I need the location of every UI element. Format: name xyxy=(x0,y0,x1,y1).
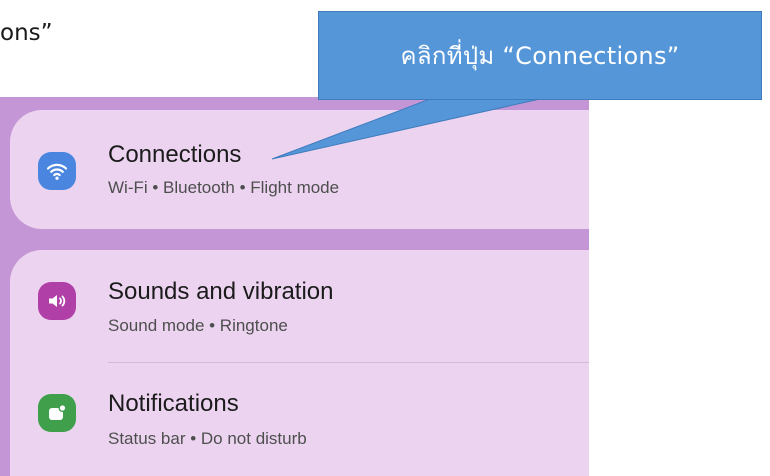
callout-text: คลิกที่ปุ่ม “Connections” xyxy=(400,42,680,70)
